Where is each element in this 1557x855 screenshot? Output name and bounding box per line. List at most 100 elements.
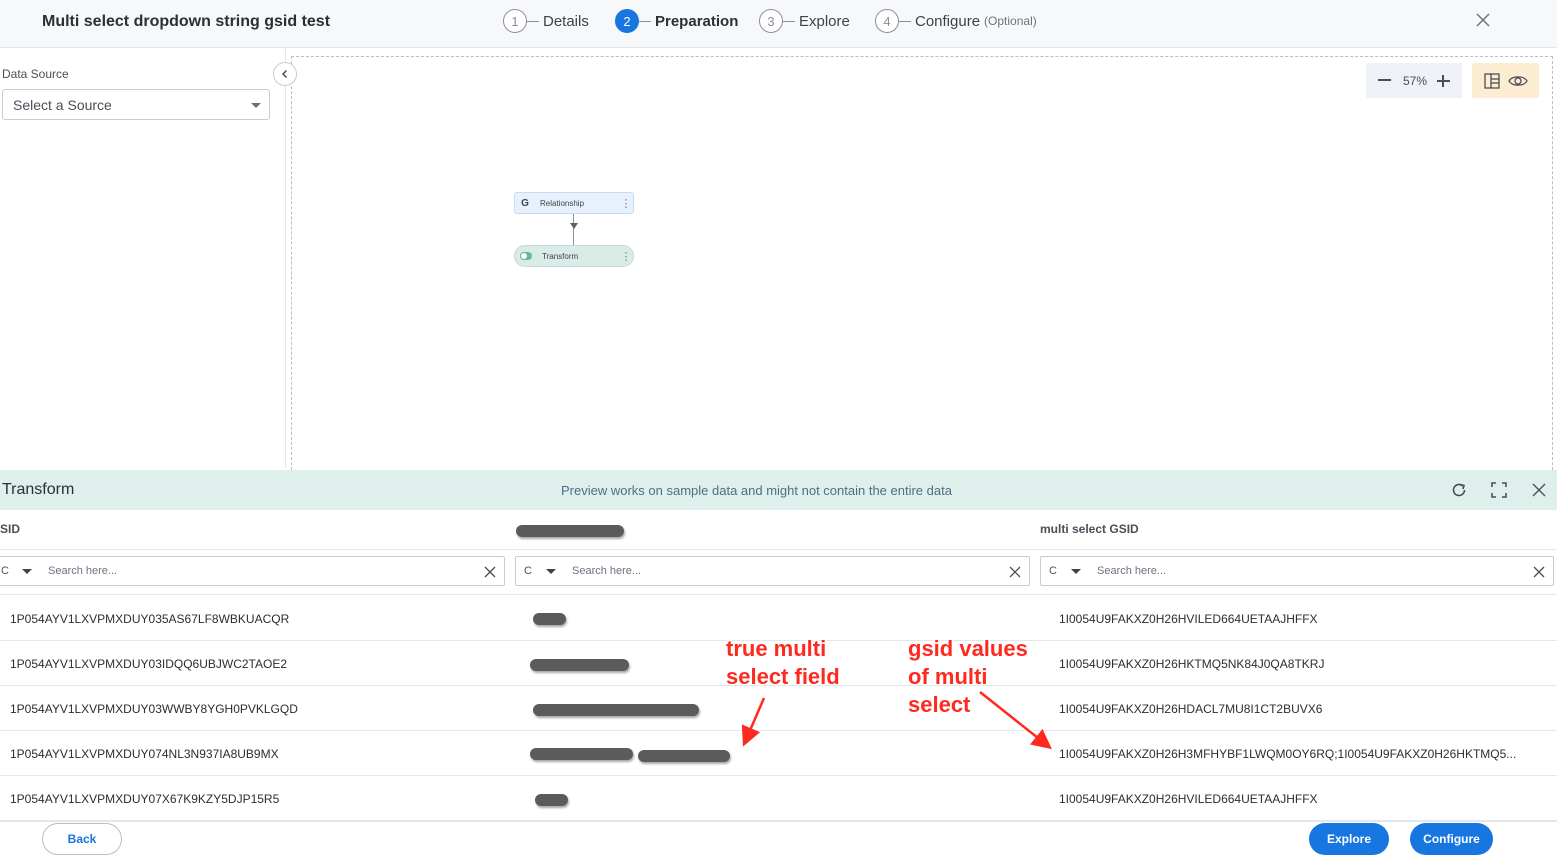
annotation-line: true multi	[726, 636, 827, 661]
chevron-down-icon[interactable]	[546, 569, 556, 574]
table-row[interactable]: 1P054AYV1LXVPMXDUY03WWBY8YGH0PVKLGQD 1I0…	[0, 686, 1557, 731]
redacted-value	[530, 748, 633, 760]
annotation-line: gsid values	[908, 636, 1028, 661]
gainsight-icon: G	[521, 197, 529, 209]
filter-type[interactable]: C	[1049, 565, 1057, 577]
data-source-label: Data Source	[2, 67, 69, 81]
node-connector	[573, 214, 574, 245]
close-icon[interactable]	[1530, 481, 1548, 499]
redacted-value	[530, 659, 629, 671]
divider	[0, 549, 1557, 550]
zoom-control: 57%	[1366, 63, 1462, 98]
collapse-panel-button[interactable]	[273, 62, 297, 86]
layout-icon[interactable]	[1484, 73, 1500, 89]
more-options-icon[interactable]: ⋮	[619, 250, 633, 263]
step-connector	[639, 20, 651, 22]
cell-gsid: 1I0054U9FAKXZ0H26HVILED664UETAAJHFFX	[1059, 612, 1318, 626]
pipeline-canvas[interactable]	[291, 56, 1553, 470]
redacted-value	[535, 794, 568, 806]
transform-node[interactable]: Transform ⋮	[514, 245, 634, 267]
zoom-out-icon[interactable]	[1378, 79, 1391, 81]
more-options-icon[interactable]: ⋮	[619, 197, 633, 210]
step-number: 2	[615, 9, 639, 33]
annotation-line: of multi	[908, 664, 988, 689]
cell-sid: 1P054AYV1LXVPMXDUY07X67K9KZY5DJP15R5	[10, 792, 280, 806]
annotation-gsid-values: gsid values of multi select	[908, 635, 1028, 719]
zoom-in-icon-vertical[interactable]	[1442, 75, 1444, 87]
preview-note: Preview works on sample data and might n…	[561, 483, 952, 498]
cell-sid: 1P054AYV1LXVPMXDUY03WWBY8YGH0PVKLGQD	[10, 702, 298, 716]
cell-gsid: 1I0054U9FAKXZ0H26HDACL7MU8I1CT2BUVX6	[1059, 702, 1323, 716]
search-input[interactable]: Search here...	[572, 565, 641, 577]
column-filter-redacted: C Search here...	[515, 556, 1030, 586]
step-label: Configure	[915, 12, 981, 30]
close-icon[interactable]	[1476, 13, 1490, 27]
cell-gsid: 1I0054U9FAKXZ0H26HVILED664UETAAJHFFX	[1059, 792, 1318, 806]
column-header-sid: SID	[0, 522, 21, 536]
column-filter-sid: C Search here...	[0, 556, 505, 586]
explore-button[interactable]: Explore	[1309, 823, 1389, 855]
step-connector	[783, 20, 795, 22]
data-source-panel: Data Source Select a Source	[0, 48, 286, 468]
step-connector	[527, 20, 539, 22]
transform-icon	[520, 252, 532, 260]
step-preparation[interactable]: 2 Preparation	[615, 9, 738, 33]
page-title: Multi select dropdown string gsid test	[42, 13, 331, 30]
table-row[interactable]: 1P054AYV1LXVPMXDUY074NL3N937IA8UB9MX 1I0…	[0, 731, 1557, 776]
redacted-value	[533, 613, 566, 625]
node-label: Transform	[542, 251, 579, 261]
clear-icon[interactable]	[1009, 566, 1021, 578]
cell-gsid: 1I0054U9FAKXZ0H26HKTMQ5NK84J0QA8TKRJ	[1059, 657, 1325, 671]
step-label: Details	[543, 12, 589, 30]
zoom-level: 57%	[1403, 74, 1428, 88]
view-toggle	[1472, 63, 1539, 98]
cell-sid: 1P054AYV1LXVPMXDUY074NL3N937IA8UB9MX	[10, 747, 279, 761]
app-root: Multi select dropdown string gsid test 1…	[0, 0, 1557, 855]
annotation-line: select	[908, 692, 971, 717]
annotation-true-multi-select: true multi select field	[726, 635, 840, 691]
step-number: 4	[875, 9, 899, 33]
search-input[interactable]: Search here...	[48, 565, 117, 577]
data-source-select[interactable]: Select a Source	[2, 89, 270, 120]
data-source-select-value: Select a Source	[13, 97, 112, 113]
annotation-line: select field	[726, 664, 840, 689]
redacted-value	[533, 704, 699, 716]
refresh-icon[interactable]	[1450, 481, 1468, 499]
cell-gsid: 1I0054U9FAKXZ0H26H3MFHYBF1LWQM0OY6RQ;1I0…	[1059, 747, 1517, 761]
cell-sid: 1P054AYV1LXVPMXDUY035AS67LF8WBKUACQR	[10, 612, 290, 626]
back-button[interactable]: Back	[42, 823, 122, 855]
divider	[0, 594, 1557, 595]
top-header: Multi select dropdown string gsid test 1…	[0, 0, 1557, 48]
column-filter-gsid: C Search here...	[1040, 556, 1554, 586]
cell-sid: 1P054AYV1LXVPMXDUY03IDQQ6UBJWC2TAOE2	[10, 657, 287, 671]
search-input[interactable]: Search here...	[1097, 565, 1166, 577]
configure-button[interactable]: Configure	[1410, 823, 1493, 855]
eye-icon[interactable]	[1508, 73, 1528, 89]
step-details[interactable]: 1 Details	[503, 9, 589, 33]
step-explore[interactable]: 3 Explore	[759, 9, 850, 33]
step-label: Explore	[799, 12, 850, 30]
clear-icon[interactable]	[1533, 566, 1545, 578]
redacted-column-header	[516, 525, 624, 537]
redacted-value	[638, 750, 730, 762]
step-configure[interactable]: 4 Configure (Optional)	[875, 9, 1037, 33]
table-row[interactable]: 1P054AYV1LXVPMXDUY07X67K9KZY5DJP15R5 1I0…	[0, 776, 1557, 821]
chevron-down-icon[interactable]	[1071, 569, 1081, 574]
step-label: Preparation	[655, 12, 739, 30]
chevron-down-icon[interactable]	[22, 569, 32, 574]
step-number: 1	[503, 9, 527, 33]
transform-panel-title: Transform	[2, 481, 75, 498]
step-number: 3	[759, 9, 783, 33]
filter-type[interactable]: C	[524, 565, 532, 577]
fullscreen-icon[interactable]	[1490, 481, 1508, 499]
node-label: Relationship	[540, 198, 585, 208]
chevron-left-icon	[281, 69, 288, 79]
transform-panel-header: Transform Preview works on sample data a…	[0, 470, 1557, 510]
clear-icon[interactable]	[484, 566, 496, 578]
step-connector	[899, 20, 911, 22]
step-optional-tag: (Optional)	[984, 14, 1037, 28]
relationship-node[interactable]: G Relationship ⋮	[514, 192, 634, 214]
filter-type[interactable]: C	[1, 565, 9, 577]
chevron-down-icon	[251, 103, 261, 108]
arrow-down-icon	[570, 223, 578, 229]
